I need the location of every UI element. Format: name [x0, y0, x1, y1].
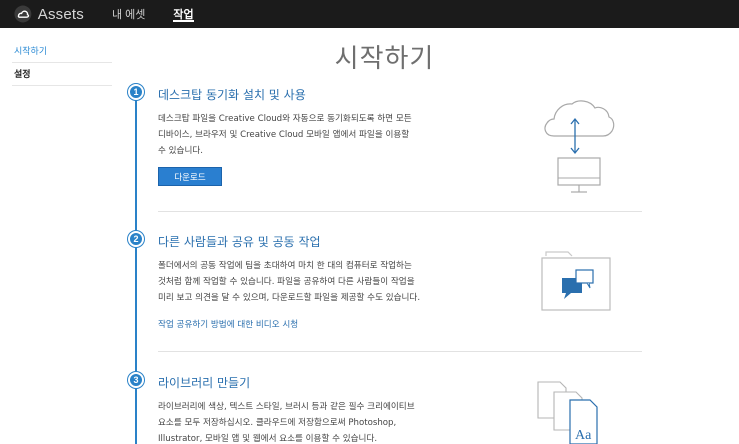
- tab-work[interactable]: 작업: [173, 0, 194, 28]
- description-line: 디바이스, 브라우저 및 Creative Cloud 모바일 앱에서 파일을 …: [158, 130, 410, 140]
- description-line: Illustrator, 모바일 앱 및 웹에서 요소를 이용할 수 있습니다.: [158, 434, 378, 444]
- top-bar: Assets 내 에셋 작업: [0, 0, 739, 28]
- step-title: 다른 사람들과 공유 및 공동 작업: [158, 235, 321, 249]
- description-line: 요소를 모두 저장하십시오. 클라우드에 저장함으로써 Photoshop,: [158, 418, 397, 428]
- section-divider: [158, 211, 642, 212]
- step-create-library: 라이브러리 만들기 라이브러리에 색상, 텍스트 스타일, 브러시 등과 같은 …: [158, 374, 478, 444]
- creative-cloud-logo-icon: [14, 5, 32, 23]
- brand[interactable]: Assets: [14, 5, 84, 23]
- description-line: 데스크탑 파일을 Creative Cloud와 자동으로 동기화되도록 하면 …: [158, 114, 412, 124]
- tab-my-assets[interactable]: 내 에셋: [112, 0, 145, 28]
- step-description: 데스크탑 파일을 Creative Cloud와 자동으로 동기화되도록 하면 …: [158, 111, 458, 159]
- brand-name: Assets: [37, 5, 84, 23]
- download-button[interactable]: 다운로드: [158, 167, 222, 186]
- timeline-line: [135, 92, 137, 444]
- page-title: 시작하기: [334, 44, 435, 74]
- step-desktop-sync: 데스크탑 동기화 설치 및 사용 데스크탑 파일을 Creative Cloud…: [158, 86, 458, 186]
- step-description: 폴더에서의 공동 작업에 팀을 초대하여 마치 한 대의 컴퓨터로 작업하는 것…: [158, 258, 478, 306]
- description-line: 수 있습니다.: [158, 146, 203, 156]
- description-line: 라이브러리에 색상, 텍스트 스타일, 브러시 등과 같은 필수 크리에이티브: [158, 402, 415, 412]
- section-divider: [158, 351, 642, 352]
- step-number-2: 2: [128, 231, 144, 247]
- cloud-sync-computer-icon: [544, 100, 615, 193]
- description-line: 것처럼 함께 작업할 수 있습니다. 파일을 공유하여 다른 사람들이 작업을: [158, 277, 415, 287]
- description-line: 미리 보고 의견을 달 수 있으며, 다운로드할 파일을 제공할 수도 있습니다…: [158, 293, 421, 303]
- description-line: 폴더에서의 공동 작업에 팀을 초대하여 마치 한 대의 컴퓨터로 작업하는: [158, 261, 412, 271]
- share-video-link[interactable]: 작업 공유하기 방법에 대한 비디오 시청: [158, 318, 298, 330]
- step-title: 데스크탑 동기화 설치 및 사용: [158, 88, 306, 102]
- step-title: 라이브러리 만들기: [158, 376, 251, 390]
- step-description: 라이브러리에 색상, 텍스트 스타일, 브러시 등과 같은 필수 크리에이티브 …: [158, 399, 478, 444]
- typography-glyph: Aa: [575, 428, 592, 443]
- step-number-3: 3: [128, 372, 144, 388]
- step-number-1: 1: [128, 84, 144, 100]
- step-share-collaborate: 다른 사람들과 공유 및 공동 작업 폴더에서의 공동 작업에 팀을 초대하여 …: [158, 233, 478, 332]
- shared-folder-chat-icon: [541, 251, 611, 311]
- library-documents-icon: Aa: [537, 381, 598, 444]
